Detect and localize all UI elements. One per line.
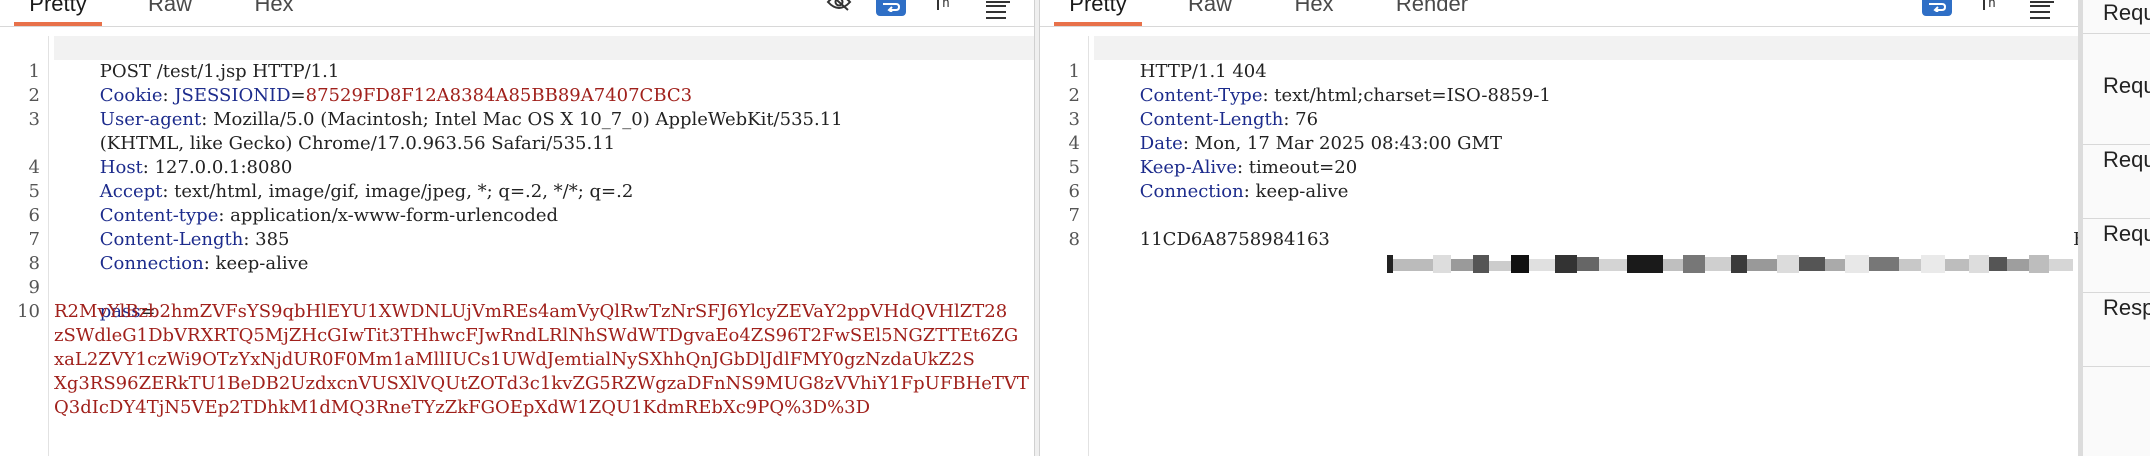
tab-raw[interactable]: Raw bbox=[138, 0, 202, 26]
tab-raw[interactable]: Raw bbox=[1178, 0, 1242, 26]
content-length-header: 3 Content-Length: 76 bbox=[1068, 109, 1319, 130]
request-editor[interactable]: 1 POST /test/1.jsp HTTP/1.1 2 Cookie: JSES… bbox=[0, 36, 1034, 456]
wrap-lines-icon[interactable] bbox=[1922, 0, 1952, 16]
body-param-value: R2MvYlBzb2hmZVFsYS9qbHlEYU1XWDNLUjVmREs4… bbox=[54, 301, 1008, 322]
host-header: 4 Host: 127.0.0.1:8080 bbox=[28, 157, 293, 178]
response-pane: Pretty Raw Hex Render n 1 HTTP/1.1 404 2… bbox=[1040, 0, 2078, 456]
content-type-header: 2 Content-Type: text/html;charset=ISO-885… bbox=[1068, 85, 1551, 106]
blank-line: 9 bbox=[28, 277, 40, 298]
content-type-header: 6 Content-type: application/x-www-form-ur… bbox=[28, 205, 559, 226]
request-pane: Pretty Raw Hex n 1 POST /test/1.jsp HTTP… bbox=[0, 0, 1034, 456]
inspector-item-request[interactable]: Requ bbox=[2083, 219, 2150, 293]
tab-hex[interactable]: Hex bbox=[1290, 0, 1338, 26]
inspector-item-request[interactable]: Requ bbox=[2083, 145, 2150, 219]
inspector-panel: Requ Requ Requ Requ Resp bbox=[2083, 0, 2150, 456]
wrap-lines-icon[interactable] bbox=[876, 0, 906, 16]
svg-text:n: n bbox=[942, 0, 950, 11]
body-param-value: xaL2ZVY1czWi9OTzYxNjdUR0F0Mm1aMllIUCs1UW… bbox=[54, 349, 975, 370]
request-tabbar: Pretty Raw Hex n bbox=[0, 0, 1034, 27]
user-agent-continued: (KHTML, like Gecko) Chrome/17.0.963.56 S… bbox=[99, 133, 616, 154]
tab-render[interactable]: Render bbox=[1390, 0, 1474, 26]
newline-icon[interactable]: n bbox=[930, 0, 958, 16]
connection-header: 8 Connection: keep-alive bbox=[28, 253, 309, 274]
response-body: 8 11CD6A8758984163 bbox=[1069, 204, 2078, 273]
eye-off-icon[interactable] bbox=[824, 0, 854, 16]
response-tabbar: Pretty Raw Hex Render n bbox=[1040, 0, 2078, 27]
body-param-value: Q3dIcDY4TjN5VEp2TDhkM1dMQ3RneTYzZkFGOEpX… bbox=[54, 397, 871, 418]
body-param-name: 10 pass= bbox=[17, 301, 156, 322]
status-line: 1 HTTP/1.1 404 bbox=[1069, 36, 2078, 82]
request-line: 1 POST /test/1.jsp HTTP/1.1 bbox=[29, 36, 1034, 82]
inspector-item-request[interactable]: Requ bbox=[2083, 71, 2150, 145]
cookie-header: 2 Cookie: JSESSIONID=87529FD8F12A8384A85B… bbox=[28, 85, 693, 106]
content-length-header: 7 Content-Length: 385 bbox=[28, 229, 290, 250]
user-agent-header: 3 User-agent: Mozilla/5.0 (Macintosh; Int… bbox=[28, 109, 843, 130]
menu-icon[interactable] bbox=[2030, 0, 2054, 19]
tab-pretty[interactable]: Pretty bbox=[14, 0, 102, 26]
request-code[interactable]: 1 POST /test/1.jsp HTTP/1.1 2 Cookie: JSES… bbox=[17, 36, 1034, 456]
tab-hex[interactable]: Hex bbox=[250, 0, 298, 26]
menu-icon[interactable] bbox=[986, 0, 1010, 19]
redacted-pixelation bbox=[1330, 231, 2074, 273]
newline-icon[interactable]: n bbox=[1976, 0, 2004, 16]
svg-text:n: n bbox=[1988, 0, 1996, 11]
date-header: 4 Date: Mon, 17 Mar 2025 08:43:00 GMT bbox=[1068, 133, 1502, 154]
inspector-item-response[interactable]: Resp bbox=[2083, 293, 2150, 367]
blank-line: 7 bbox=[1068, 205, 1080, 226]
body-param-value: Xg3RS96ZERkTU1BeDB2UzdxcnVUSXlVQUtZOTd3c… bbox=[54, 373, 1029, 394]
body-param-value: zSWdleG1DbVRXRTQ5MjZHcGIwTit3THhwcFJwRnd… bbox=[54, 325, 1019, 346]
response-code[interactable]: 1 HTTP/1.1 404 2 Content-Type: text/html;c… bbox=[1068, 36, 2078, 456]
connection-header: 6 Connection: keep-alive bbox=[1068, 181, 1349, 202]
accept-header: 5 Accept: text/html, image/gif, image/jpe… bbox=[28, 181, 634, 202]
response-editor[interactable]: 1 HTTP/1.1 404 2 Content-Type: text/html;c… bbox=[1040, 36, 2078, 456]
keep-alive-header: 5 Keep-Alive: timeout=20 bbox=[1068, 157, 1358, 178]
tab-pretty[interactable]: Pretty bbox=[1054, 0, 1142, 26]
inspector-item-request[interactable]: Requ bbox=[2083, 0, 2150, 34]
